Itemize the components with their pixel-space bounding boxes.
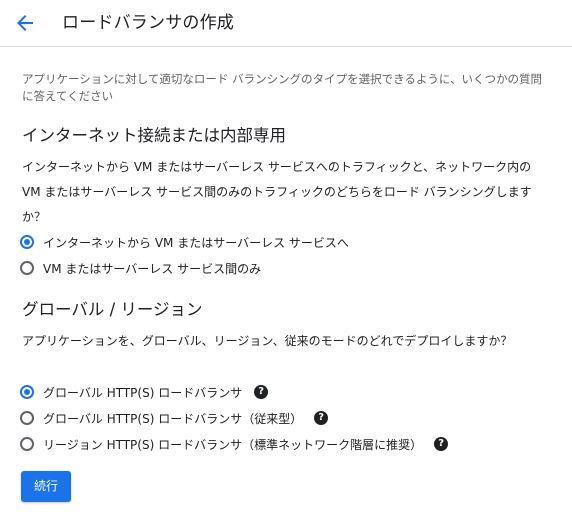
radio-unselected-icon — [20, 261, 34, 275]
radio-selected-icon — [20, 385, 34, 399]
radio-vm-only[interactable]: VM またはサーバーレス サービス間のみ — [20, 257, 261, 279]
section-heading-scope: グローバル / リージョン — [22, 300, 203, 319]
page-header: ロードバランサの作成 — [0, 0, 572, 47]
radio-global-https[interactable]: グローバル HTTP(S) ロードバランサ ? — [20, 381, 269, 403]
radio-label: グローバル HTTP(S) ロードバランサ（従来型） — [43, 411, 303, 426]
arrow-back-icon[interactable] — [13, 11, 37, 35]
radio-unselected-icon — [20, 437, 34, 451]
page-title: ロードバランサの作成 — [62, 13, 234, 33]
section-heading-connectivity: インターネット接続または内部専用 — [22, 126, 286, 145]
radio-label: リージョン HTTP(S) ロードバランサ（標準ネットワーク階層に推奨） — [43, 437, 423, 452]
radio-label: インターネットから VM またはサーバーレス サービスへ — [43, 235, 349, 250]
radio-unselected-icon — [20, 411, 34, 425]
question-connectivity: インターネットから VM またはサーバーレス サービスへのトラフィックと、ネット… — [22, 160, 532, 224]
radio-global-https-classic[interactable]: グローバル HTTP(S) ロードバランサ（従来型） ? — [20, 407, 329, 429]
help-icon[interactable]: ? — [254, 385, 269, 399]
radio-label: VM またはサーバーレス サービス間のみ — [43, 261, 262, 276]
radio-label: グローバル HTTP(S) ロードバランサ — [43, 385, 243, 400]
help-icon[interactable]: ? — [434, 437, 449, 451]
intro-text: アプリケーションに対して適切なロード バランシングのタイプを選択できるように、い… — [22, 72, 542, 103]
help-icon[interactable]: ? — [314, 411, 329, 425]
question-scope: アプリケーションを、グローバル、リージョン、従来のモードのどれでデプロイしますか… — [22, 334, 513, 348]
radio-regional-https[interactable]: リージョン HTTP(S) ロードバランサ（標準ネットワーク階層に推奨） ? — [20, 433, 449, 455]
radio-selected-icon — [20, 235, 34, 249]
radio-internet-to-vm[interactable]: インターネットから VM またはサーバーレス サービスへ — [20, 231, 349, 253]
continue-button[interactable]: 続行 — [21, 471, 71, 502]
